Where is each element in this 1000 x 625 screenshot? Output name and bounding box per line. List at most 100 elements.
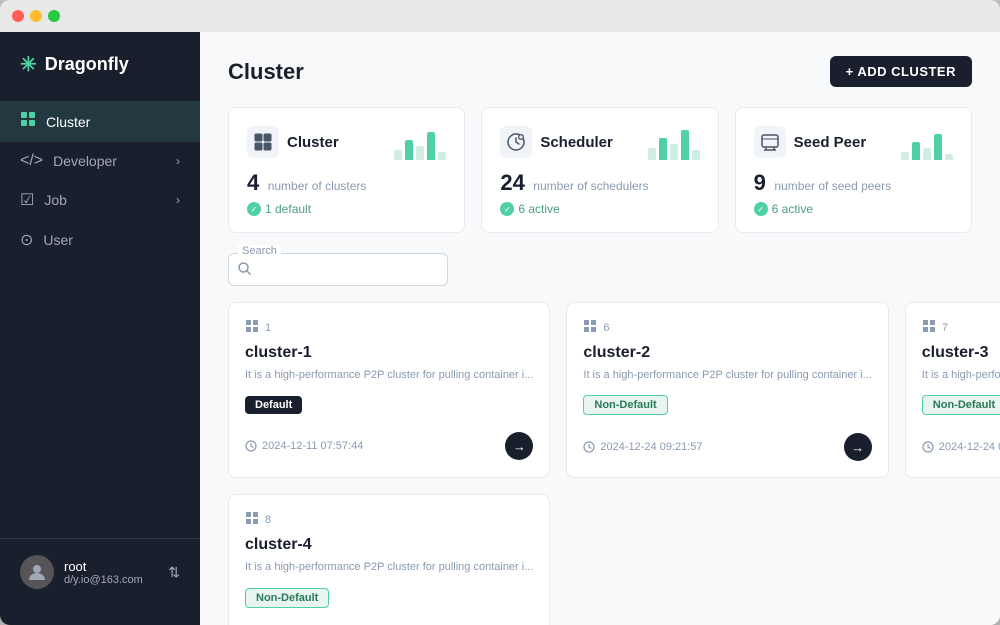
nav-item-left: Cluster (20, 111, 90, 132)
title-bar (0, 0, 1000, 32)
avatar (20, 555, 54, 589)
scheduler-mini-chart (648, 124, 700, 160)
bar (681, 130, 689, 160)
cluster-name: cluster-3 (922, 344, 1000, 362)
clusters-grid: 1 cluster-1 It is a high-performance P2P… (228, 302, 972, 625)
sidebar-item-developer[interactable]: </> Developer › (0, 142, 200, 180)
bar (438, 152, 446, 160)
scheduler-stat-icon (500, 126, 532, 158)
cluster-id: 1 (245, 319, 533, 336)
seedpeer-stat-name: Seed Peer (794, 134, 867, 151)
cluster-id: 7 (922, 319, 1000, 336)
bar (427, 132, 435, 160)
cluster-time-text: 2024-12-24 09:21:57 (600, 441, 702, 453)
bar (934, 134, 942, 160)
scheduler-stat-name: Scheduler (540, 134, 613, 151)
cluster-badge: ✓ 1 default (247, 202, 446, 216)
cluster-card-2: 6 cluster-2 It is a high-performance P2P… (566, 302, 888, 478)
scheduler-stat-card: Scheduler 24 number of schedulers (481, 107, 718, 233)
stat-title-row: Cluster (247, 126, 339, 158)
seedpeer-stat-icon (754, 126, 786, 158)
cluster-id-text: 1 (265, 322, 271, 334)
cluster-card-1: 1 cluster-1 It is a high-performance P2P… (228, 302, 550, 478)
search-input[interactable] (228, 253, 448, 286)
cluster-id: 6 (583, 319, 871, 336)
stat-count-row: 24 number of schedulers (500, 170, 699, 196)
close-dot[interactable] (12, 10, 24, 22)
cluster-footer: 2024-12-11 07:57:44 → (245, 432, 533, 460)
cluster-name: cluster-4 (245, 536, 533, 554)
bar (901, 152, 909, 160)
cluster-name: cluster-1 (245, 344, 533, 362)
cluster-nav-label: Cluster (46, 114, 90, 130)
search-icon (238, 262, 251, 278)
stats-row: Cluster 4 number of clusters (228, 107, 972, 233)
add-cluster-button[interactable]: + ADD CLUSTER (830, 56, 972, 87)
seedpeer-badge-icon: ✓ (754, 202, 768, 216)
cluster-label: number of clusters (268, 179, 367, 193)
sidebar-item-user[interactable]: ⊙ User (0, 220, 200, 260)
cluster-stat-card: Cluster 4 number of clusters (228, 107, 465, 233)
stat-header: Cluster (247, 124, 446, 160)
cluster-desc: It is a high-performance P2P cluster for… (583, 368, 871, 383)
cluster-time: 2024-12-24 09:22:04 (922, 441, 1000, 453)
cluster-tag: Non-Default (922, 395, 1000, 415)
search-wrapper: Search (228, 253, 448, 286)
nav-item-left: ☑ Job (20, 190, 67, 210)
seedpeer-mini-chart (901, 124, 953, 160)
cluster-badge-text: 1 default (265, 202, 311, 216)
developer-nav-icon: </> (20, 152, 43, 170)
bar (648, 148, 656, 160)
stat-header: Seed Peer (754, 124, 953, 160)
cluster-footer: 2024-12-24 09:22:04 → (922, 433, 1000, 461)
logo-text: Dragonfly (45, 54, 129, 75)
sidebar-item-cluster[interactable]: Cluster (0, 101, 200, 142)
main-content: Cluster + ADD CLUSTER (200, 32, 1000, 625)
developer-nav-label: Developer (53, 153, 117, 169)
maximize-dot[interactable] (48, 10, 60, 22)
app-layout: ✳ Dragonfly Cluster (0, 32, 1000, 625)
cluster-desc: It is a high-performance P2P cluster for… (922, 368, 1000, 383)
search-section: Search (228, 253, 972, 286)
cluster-time-text: 2024-12-24 09:22:04 (939, 441, 1000, 453)
job-nav-label: Job (44, 192, 67, 208)
cluster-id-icon (245, 319, 259, 336)
scheduler-badge-text: 6 active (518, 202, 559, 216)
bar (670, 144, 678, 160)
seedpeer-badge-text: 6 active (772, 202, 813, 216)
seedpeer-badge: ✓ 6 active (754, 202, 953, 216)
search-label: Search (238, 245, 281, 257)
bar (659, 138, 667, 160)
cluster-arrow-button[interactable]: → (844, 433, 872, 461)
cluster-mini-chart (394, 124, 446, 160)
cluster-id-icon (245, 511, 259, 528)
stat-count-row: 4 number of clusters (247, 170, 446, 196)
stat-count-row: 9 number of seed peers (754, 170, 953, 196)
cluster-id-text: 6 (603, 322, 609, 334)
cluster-desc: It is a high-performance P2P cluster for… (245, 368, 533, 383)
cluster-id: 8 (245, 511, 533, 528)
user-info: root d/y.io@163.com (64, 559, 158, 586)
cluster-desc: It is a high-performance P2P cluster for… (245, 560, 533, 575)
cluster-id-icon (922, 319, 936, 336)
minimize-dot[interactable] (30, 10, 42, 22)
user-nav-label: User (43, 232, 73, 248)
cluster-stat-icon (247, 126, 279, 158)
cluster-tag: Non-Default (583, 395, 667, 415)
scheduler-badge: ✓ 6 active (500, 202, 699, 216)
stat-header: Scheduler (500, 124, 699, 160)
page-title: Cluster (228, 59, 304, 85)
seedpeer-label: number of seed peers (774, 179, 891, 193)
cluster-tag: Non-Default (245, 588, 329, 608)
page-header: Cluster + ADD CLUSTER (228, 56, 972, 87)
cluster-card-3: 7 cluster-3 It is a high-performance P2P… (905, 302, 1000, 478)
logo-icon: ✳ (20, 52, 37, 77)
user-toggle-icon[interactable]: ⇅ (168, 564, 180, 581)
stat-title-row: Scheduler (500, 126, 613, 158)
cluster-nav-icon (20, 111, 36, 132)
cluster-arrow-button[interactable]: → (505, 432, 533, 460)
developer-arrow-icon: › (176, 154, 180, 168)
scheduler-count: 24 (500, 170, 524, 195)
user-name: root (64, 559, 158, 574)
sidebar-item-job[interactable]: ☑ Job › (0, 180, 200, 220)
